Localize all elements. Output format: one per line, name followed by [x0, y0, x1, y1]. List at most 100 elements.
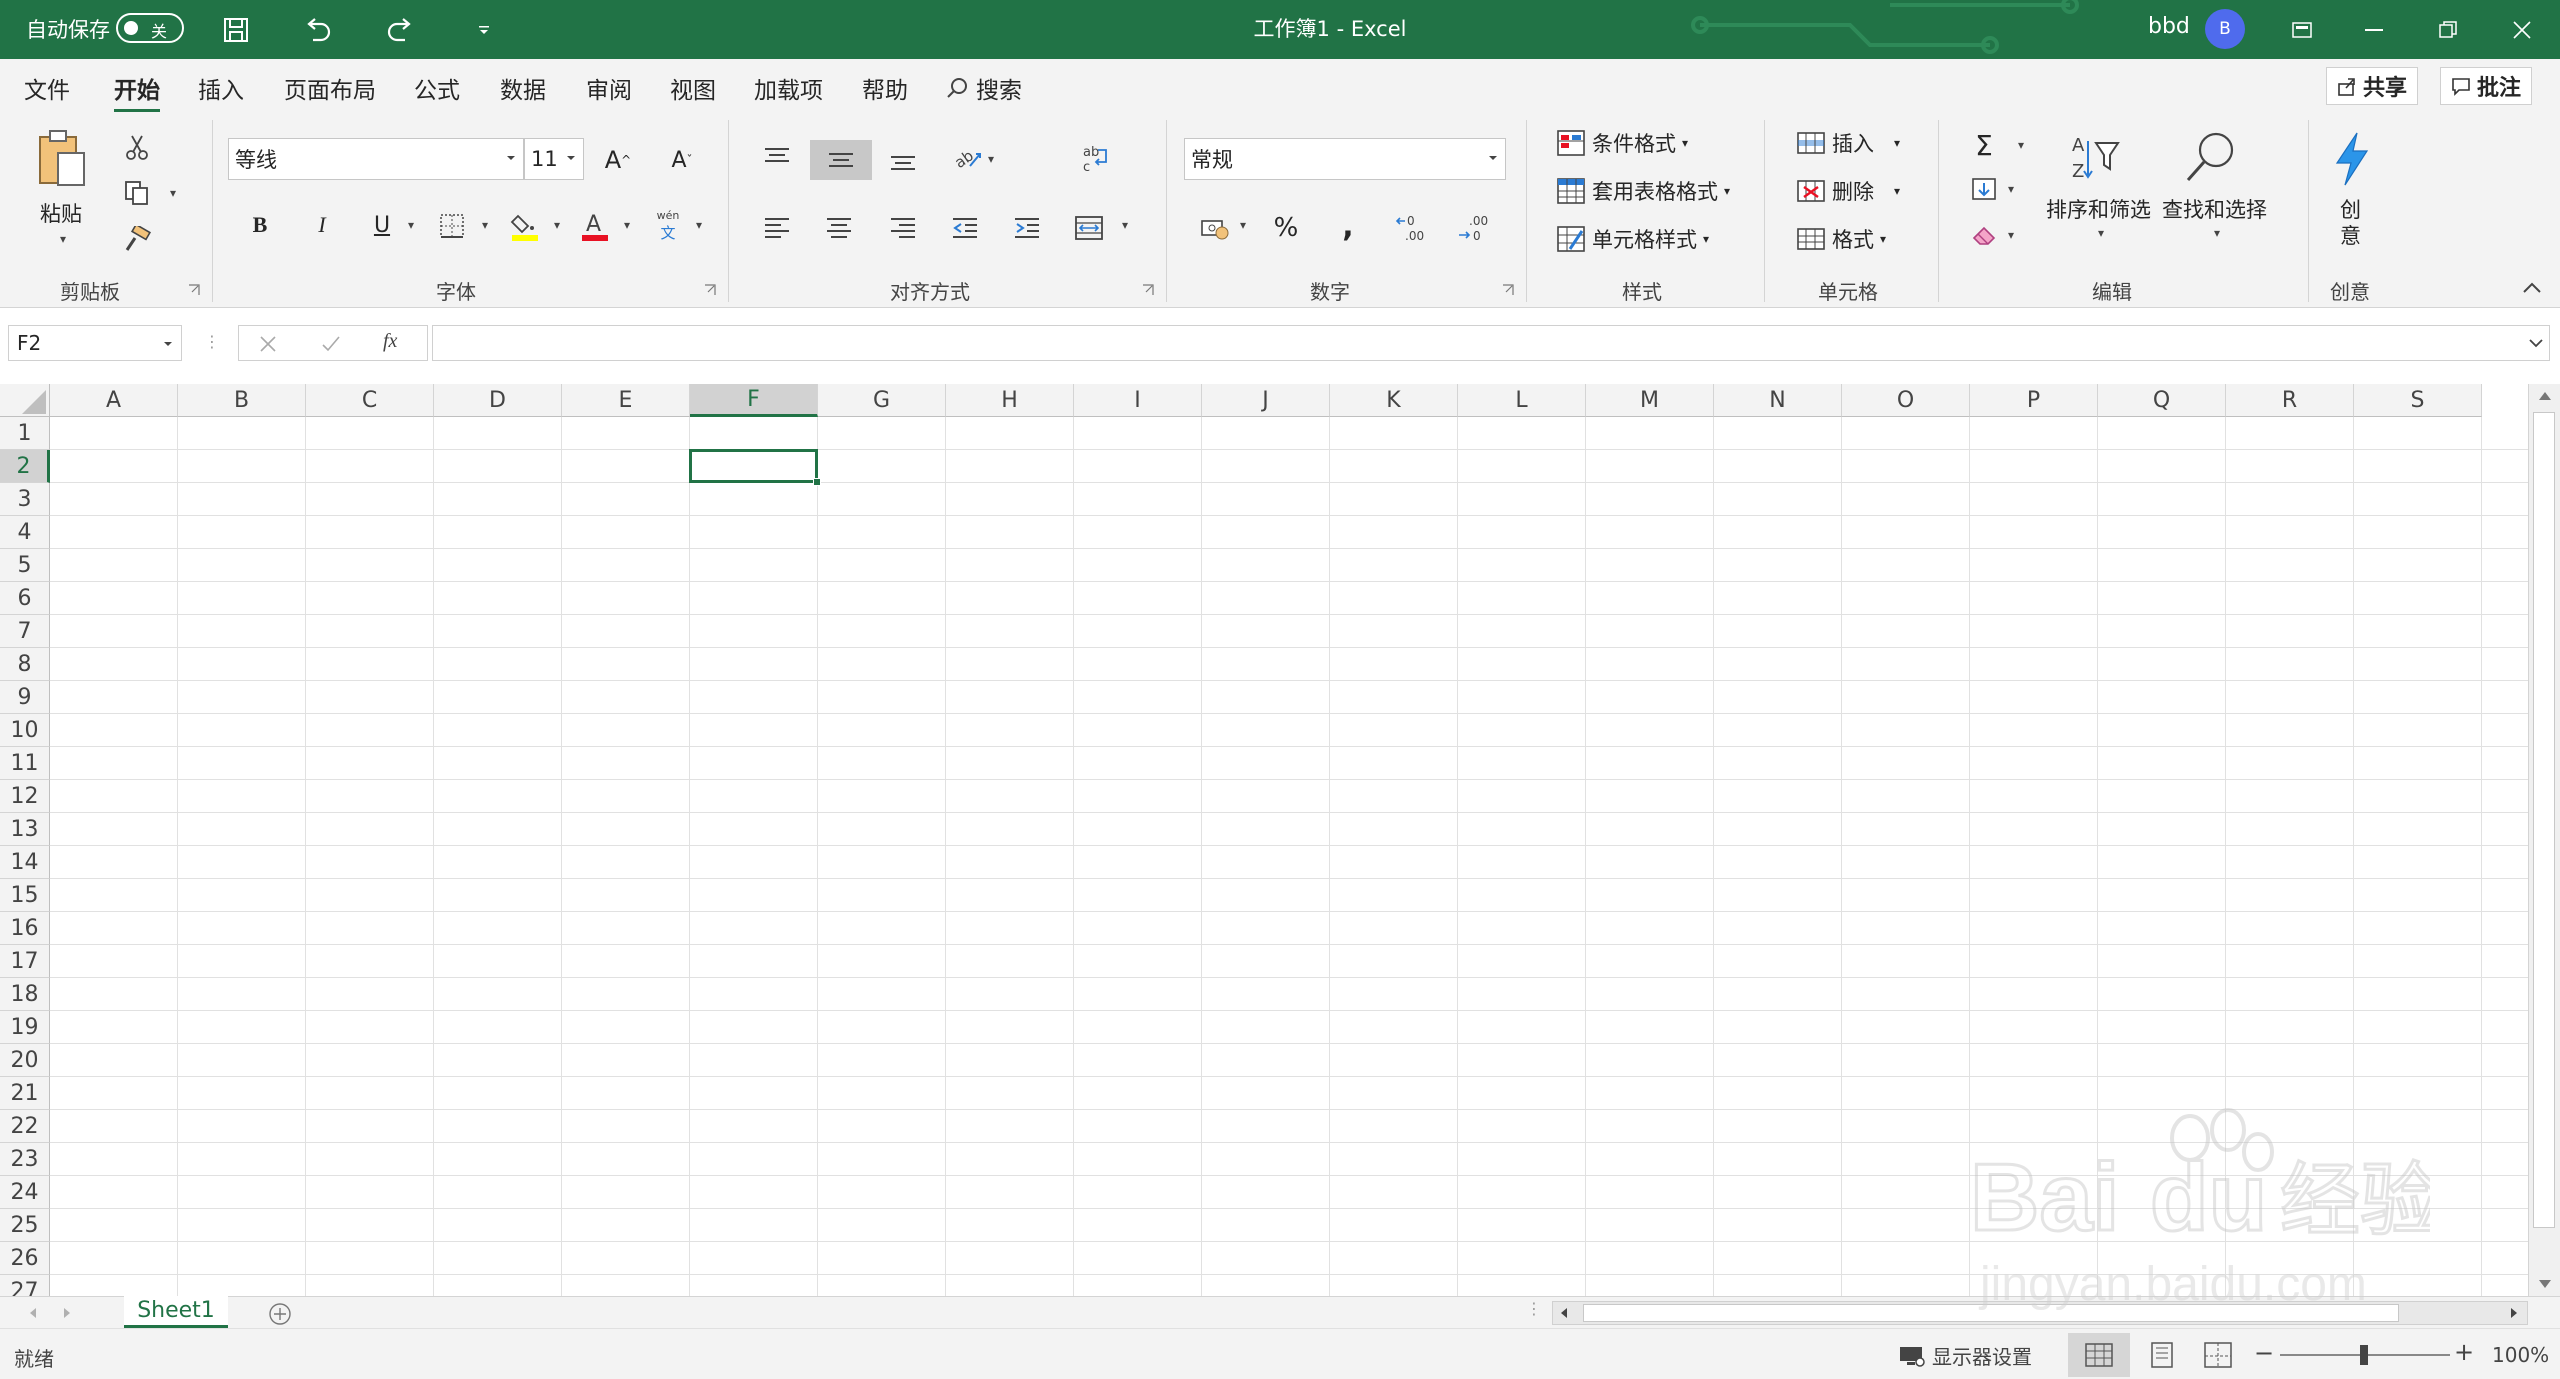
row-header[interactable]: 2 [0, 450, 50, 483]
column-header[interactable]: N [1714, 384, 1842, 417]
align-bottom-icon[interactable] [884, 142, 922, 178]
fill-color-dropdown-icon[interactable]: ▾ [554, 218, 560, 232]
row-header[interactable]: 21 [0, 1077, 50, 1110]
row-header[interactable]: 6 [0, 582, 50, 615]
wrap-text-icon[interactable]: ab c [1076, 140, 1114, 178]
row-header[interactable]: 4 [0, 516, 50, 549]
vertical-scrollbar[interactable] [2528, 384, 2560, 1296]
cut-icon[interactable] [122, 132, 152, 162]
column-header[interactable]: O [1842, 384, 1970, 417]
column-header[interactable]: M [1586, 384, 1714, 417]
row-header[interactable]: 18 [0, 978, 50, 1011]
row-header[interactable]: 24 [0, 1176, 50, 1209]
row-header[interactable]: 9 [0, 681, 50, 714]
column-header[interactable]: K [1330, 384, 1458, 417]
font-size-select[interactable]: 11 [524, 138, 584, 180]
row-header[interactable]: 22 [0, 1110, 50, 1143]
sheet-tab-sheet1[interactable]: Sheet1 [124, 1296, 228, 1328]
column-header[interactable]: B [178, 384, 306, 417]
column-header[interactable]: L [1458, 384, 1586, 417]
increase-font-size-icon[interactable]: A ^ [600, 142, 636, 178]
find-select-label[interactable]: 查找和选择 [2162, 194, 2267, 224]
decrease-decimal-icon[interactable]: .00 0 [1454, 210, 1494, 246]
italic-icon[interactable]: I [306, 208, 338, 242]
increase-indent-icon[interactable] [1008, 210, 1046, 246]
column-header[interactable]: D [434, 384, 562, 417]
ribbon-display-options-icon[interactable] [2268, 0, 2336, 59]
alignment-launcher-icon[interactable] [1142, 284, 1154, 296]
select-all-button[interactable] [0, 384, 50, 417]
row-header[interactable]: 5 [0, 549, 50, 582]
zoom-slider-thumb[interactable] [2360, 1345, 2368, 1365]
scroll-right-icon[interactable] [2509, 1307, 2519, 1319]
tab-page-layout[interactable]: 页面布局 [284, 71, 376, 105]
tab-formulas[interactable]: 公式 [414, 71, 460, 105]
font-name-select[interactable]: 等线 [228, 138, 524, 180]
find-select-icon[interactable] [2180, 128, 2240, 188]
search-box[interactable]: 搜索 [946, 71, 1022, 105]
align-right-icon[interactable] [884, 210, 922, 246]
fill-dropdown-icon[interactable]: ▾ [2008, 182, 2014, 196]
display-settings-button[interactable]: 显示器设置 [1898, 1341, 2032, 1370]
column-header[interactable]: I [1074, 384, 1202, 417]
find-select-dropdown-icon[interactable]: ▾ [2214, 226, 2220, 240]
tab-review[interactable]: 审阅 [586, 71, 632, 105]
collapse-ribbon-icon[interactable] [2518, 276, 2546, 300]
tab-addins[interactable]: 加载项 [754, 71, 823, 105]
insert-cells-button[interactable]: 插入 ▾ [1796, 128, 1900, 158]
insert-function-icon[interactable]: fx [383, 330, 397, 353]
autosum-dropdown-icon[interactable]: ▾ [2018, 138, 2024, 152]
autosum-icon[interactable]: Σ [1966, 128, 2002, 162]
comments-button[interactable]: 批注 [2440, 67, 2533, 105]
column-header[interactable]: P [1970, 384, 2098, 417]
column-header[interactable]: S [2354, 384, 2482, 417]
zoom-level[interactable]: 100% [2492, 1343, 2549, 1367]
fill-icon[interactable] [1966, 172, 2002, 206]
creativity-label-2[interactable]: 意 [2340, 220, 2361, 250]
align-left-icon[interactable] [758, 210, 796, 246]
borders-dropdown-icon[interactable]: ▾ [482, 218, 488, 232]
font-color-dropdown-icon[interactable]: ▾ [624, 218, 630, 232]
next-sheet-icon[interactable] [62, 1307, 72, 1319]
fill-color-icon[interactable] [508, 208, 542, 244]
tab-file[interactable]: 文件 [24, 71, 70, 105]
creativity-lightning-icon[interactable] [2326, 130, 2376, 188]
paste-icon[interactable] [34, 128, 90, 188]
row-header[interactable]: 7 [0, 615, 50, 648]
save-icon[interactable] [216, 10, 256, 50]
clear-icon[interactable] [1966, 218, 2002, 252]
normal-view-icon[interactable] [2068, 1333, 2130, 1377]
tab-help[interactable]: 帮助 [862, 71, 908, 105]
enter-icon[interactable] [321, 335, 341, 353]
column-header[interactable]: R [2226, 384, 2354, 417]
font-launcher-icon[interactable] [704, 284, 716, 296]
fill-handle[interactable] [813, 478, 821, 486]
tab-insert[interactable]: 插入 [198, 71, 244, 105]
column-header[interactable]: A [50, 384, 178, 417]
tab-split-handle-icon[interactable]: ⋮ [1526, 1299, 1542, 1318]
align-center-icon[interactable] [820, 210, 858, 246]
row-header[interactable]: 27 [0, 1275, 50, 1296]
align-top-icon[interactable] [758, 140, 796, 176]
minimize-icon[interactable] [2340, 0, 2408, 59]
redo-icon[interactable] [380, 10, 420, 50]
column-header[interactable]: F [690, 384, 818, 417]
orientation-icon[interactable]: ab [948, 140, 988, 176]
paste-label[interactable]: 粘贴 [40, 198, 82, 228]
vertical-scroll-thumb[interactable] [2533, 412, 2555, 1228]
cell-styles-button[interactable]: 单元格样式 ▾ [1556, 224, 1709, 254]
cancel-icon[interactable] [259, 335, 277, 353]
underline-dropdown-icon[interactable]: ▾ [408, 218, 414, 232]
increase-decimal-icon[interactable]: 0.00 [1392, 210, 1432, 246]
copy-icon[interactable] [120, 178, 154, 208]
row-header[interactable]: 10 [0, 714, 50, 747]
name-box[interactable]: F2 [8, 325, 182, 361]
row-header[interactable]: 19 [0, 1011, 50, 1044]
column-header[interactable]: C [306, 384, 434, 417]
row-header[interactable]: 12 [0, 780, 50, 813]
formula-bar-resize-handle-icon[interactable]: ⋮ [204, 332, 220, 351]
zoom-out-icon[interactable]: − [2254, 1339, 2274, 1367]
decrease-font-size-icon[interactable]: Aˇ [664, 142, 700, 178]
orientation-dropdown-icon[interactable]: ▾ [988, 152, 994, 166]
borders-icon[interactable] [436, 210, 468, 242]
